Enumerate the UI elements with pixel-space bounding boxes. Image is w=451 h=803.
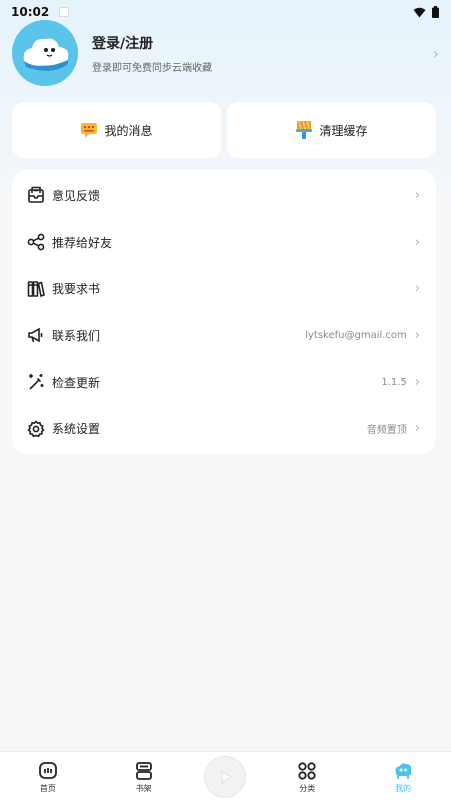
audio-player-button[interactable] [204, 755, 247, 798]
nav-bookshelf[interactable]: 书架 [109, 761, 179, 794]
nav-profile-label: 我的 [395, 784, 412, 793]
nav-home-label: 首页 [39, 784, 56, 793]
menu-item-recommend[interactable]: 推荐给好友 › [12, 219, 436, 266]
nav-bookshelf-label: 书架 [135, 784, 152, 793]
share-icon [26, 232, 46, 252]
nav-category[interactable]: 分类 [272, 761, 342, 794]
home-icon [38, 762, 57, 779]
contact-email: lytskefu@gmail.com [305, 329, 407, 341]
magic-wand-icon [26, 372, 46, 392]
profile-icon [395, 763, 412, 779]
my-messages-label: 我的消息 [104, 123, 153, 138]
brush-icon [296, 120, 313, 139]
category-icon [298, 762, 316, 780]
notification-icon [59, 7, 70, 17]
bottom-navigation: 首页 书架 分类 我的 [0, 751, 451, 803]
chevron-right-icon: › [414, 421, 420, 437]
nav-profile[interactable]: 我的 [368, 761, 438, 794]
clear-cache-label: 清理缓存 [319, 123, 368, 138]
quick-actions: 我的消息 清理缓存 [12, 102, 436, 158]
message-icon [81, 123, 98, 138]
menu-label-request-book: 我要求书 [52, 282, 101, 297]
menu-value-system-settings: 音频置顶 [366, 425, 407, 437]
chevron-right-icon: › [432, 43, 439, 63]
menu-item-system-settings[interactable]: 系统设置 音频置顶 › [12, 405, 436, 452]
settings-menu: 意见反馈 › 推荐给好友 › 我要求书 › 联系我们 lytskefu@gmai… [12, 170, 436, 454]
bookshelf-icon [135, 762, 152, 780]
menu-item-request-book[interactable]: 我要求书 › [12, 265, 436, 312]
books-icon [26, 279, 46, 299]
chevron-right-icon: › [414, 234, 420, 250]
menu-label-check-update: 检查更新 [52, 375, 101, 390]
feedback-icon [26, 185, 46, 205]
status-time: 10:02 [11, 5, 50, 19]
play-icon [221, 769, 233, 784]
clear-cache-button[interactable]: 清理缓存 [227, 102, 436, 158]
nav-category-label: 分类 [299, 784, 316, 793]
my-messages-button[interactable]: 我的消息 [12, 102, 221, 158]
cloud-avatar-icon [12, 20, 78, 86]
login-profile-row[interactable]: 登录/注册 登录即可免费同步云端收藏 › [12, 18, 439, 88]
login-title: 登录/注册 [92, 35, 154, 52]
chevron-right-icon: › [414, 281, 420, 297]
menu-item-check-update[interactable]: 检查更新 1.1.5 › [12, 359, 436, 406]
menu-item-contact-us[interactable]: 联系我们 lytskefu@gmail.com › [12, 312, 436, 359]
wifi-icon [413, 7, 426, 17]
gear-icon [26, 419, 46, 439]
chevron-right-icon: › [414, 187, 420, 203]
nav-home[interactable]: 首页 [13, 761, 83, 794]
menu-item-feedback[interactable]: 意见反馈 › [12, 172, 436, 219]
menu-label-feedback: 意见反馈 [52, 188, 101, 203]
app-version: 1.1.5 [381, 376, 407, 388]
menu-label-recommend: 推荐给好友 [52, 235, 113, 250]
menu-label-contact-us: 联系我们 [52, 328, 101, 343]
menu-label-system-settings: 系统设置 [52, 422, 101, 437]
avatar[interactable] [12, 20, 78, 86]
chevron-right-icon: › [414, 327, 420, 343]
login-subtitle: 登录即可免费同步云端收藏 [92, 62, 212, 74]
megaphone-icon [26, 325, 46, 345]
chevron-right-icon: › [414, 374, 420, 390]
battery-icon [432, 6, 439, 18]
